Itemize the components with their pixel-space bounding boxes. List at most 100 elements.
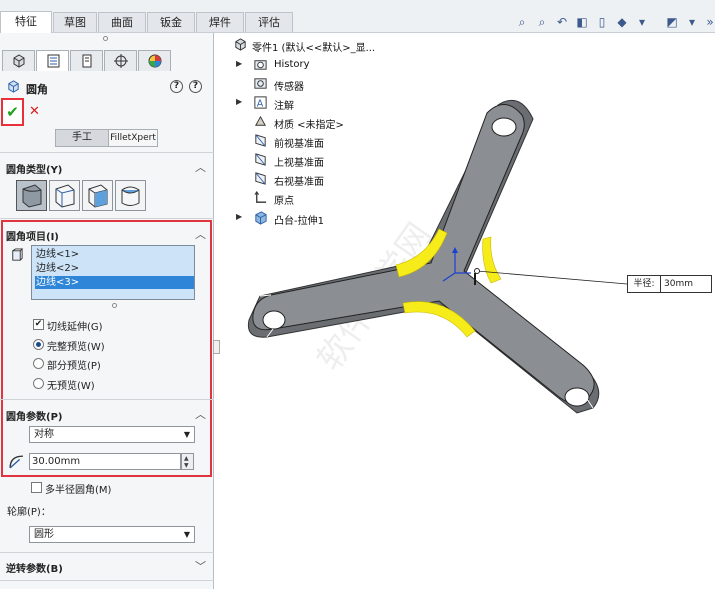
dropdown-arrow-icon[interactable]: ▾ — [684, 14, 700, 30]
callout-value[interactable]: 30mm — [660, 275, 712, 293]
collapse-chevron-icon[interactable]: ︿ — [195, 159, 206, 175]
tree-item-annotations[interactable]: ▶ A 注解 — [222, 94, 422, 112]
spin-up-icon[interactable]: ▲ — [184, 455, 189, 462]
tab-filletxpert[interactable]: FilletXpert — [108, 130, 157, 146]
help-icon[interactable]: ? — [170, 80, 183, 93]
fillet-method-select[interactable]: 对称 ▼ — [29, 426, 195, 443]
tangent-propagation-label: 切线延伸(G) — [47, 322, 103, 333]
feature-manager-tab-icon[interactable] — [2, 50, 35, 71]
full-preview-radio[interactable] — [33, 339, 44, 350]
full-round-fillet-button[interactable] — [115, 180, 146, 211]
partial-preview-radio[interactable] — [33, 358, 44, 369]
dynamic-annotation-icon[interactable]: ▯ — [594, 14, 610, 30]
panel-grip-icon[interactable] — [103, 36, 108, 41]
edge-selection-list[interactable]: 边线<1> 边线<2> 边线<3> — [31, 245, 195, 300]
tree-item-right-plane[interactable]: 右视基准面 — [222, 170, 422, 188]
partial-preview-label: 部分预览(P) — [47, 361, 101, 372]
radius-input[interactable]: 30.00mm — [29, 453, 181, 470]
radius-callout[interactable]: 半径: 30mm — [627, 275, 712, 293]
ok-button[interactable]: ✔ — [1, 98, 24, 126]
tab-manual[interactable]: 手工 — [56, 130, 108, 146]
tab-weldments[interactable]: 焊件 — [196, 12, 244, 32]
expand-arrow-icon[interactable]: ▶ — [236, 212, 242, 221]
tree-item-sensors[interactable]: 传感器 — [222, 75, 422, 93]
previous-view-icon[interactable]: ↶ — [554, 14, 570, 30]
view-orientation-icon[interactable]: ◆ — [614, 14, 630, 30]
whats-new-help-icon[interactable]: ? — [189, 80, 202, 93]
display-style-icon[interactable]: ▾ — [634, 14, 650, 30]
overflow-icon[interactable]: » — [702, 14, 715, 30]
tree-item-label: 注解 — [274, 101, 294, 112]
zoom-area-icon[interactable]: ⌕ — [534, 14, 550, 30]
divider — [0, 580, 214, 581]
section-fillet-type[interactable]: 圆角类型(Y) ︿ — [0, 158, 214, 176]
section-fillet-items[interactable]: 圆角项目(I) ︿ — [0, 225, 214, 243]
tree-item-boss-extrude[interactable]: ▶ 凸台-拉伸1 — [222, 209, 422, 227]
dimxpert-manager-tab-icon[interactable] — [104, 50, 137, 71]
tab-sketch[interactable]: 草图 — [53, 12, 97, 32]
divider — [0, 399, 214, 400]
multi-radius-checkbox[interactable] — [31, 482, 42, 493]
list-item[interactable]: 边线<2> — [35, 262, 194, 275]
leader-anchor — [474, 268, 480, 274]
tree-item-origin[interactable]: 原点 — [222, 189, 422, 207]
cancel-button[interactable]: ✕ — [29, 104, 40, 119]
feature-manager-tree: 零件1 (默认<<默认>_显... ▶ History 传感器 ▶ A 注解 材… — [222, 33, 422, 233]
edge-selection-icon — [12, 248, 24, 261]
tree-item-material[interactable]: 材质 <未指定> — [222, 113, 422, 131]
tab-features[interactable]: 特征 — [0, 11, 52, 33]
tree-item-front-plane[interactable]: 前视基准面 — [222, 132, 422, 150]
material-icon — [255, 115, 266, 126]
divider — [0, 552, 214, 553]
expand-arrow-icon[interactable]: ▶ — [236, 59, 242, 68]
zoom-to-fit-icon[interactable]: ⌕ — [514, 14, 530, 30]
constant-size-fillet-button[interactable] — [16, 180, 47, 211]
collapse-chevron-icon[interactable]: ︿ — [195, 226, 206, 242]
manager-tabs — [0, 47, 214, 71]
face-fillet-button[interactable] — [82, 180, 113, 211]
history-folder-icon — [254, 60, 267, 70]
no-preview-label: 无预览(W) — [47, 381, 95, 392]
radius-spinner[interactable]: ▲ ▼ — [181, 453, 194, 470]
plane-icon — [255, 153, 266, 166]
chevron-down-icon: ▼ — [183, 530, 190, 539]
section-setback-parameters[interactable]: 逆转参数(B) ﹀ — [0, 557, 214, 575]
section-view-icon[interactable]: ◧ — [574, 14, 590, 30]
radius-icon — [9, 455, 23, 469]
expand-arrow-icon[interactable]: ▶ — [236, 97, 242, 106]
part-icon — [235, 38, 246, 51]
expand-chevron-icon[interactable]: ﹀ — [195, 558, 206, 574]
no-preview-radio[interactable] — [33, 378, 44, 389]
configuration-manager-tab-icon[interactable] — [70, 50, 103, 71]
list-item[interactable]: 边线<1> — [35, 248, 194, 261]
property-manager-tab-icon[interactable] — [36, 50, 69, 71]
tab-surfaces[interactable]: 曲面 — [98, 12, 146, 32]
tree-item-top-plane[interactable]: 上视基准面 — [222, 151, 422, 169]
origin-icon — [254, 191, 267, 203]
display-manager-tab-icon[interactable] — [138, 50, 171, 71]
tab-evaluate[interactable]: 评估 — [245, 12, 293, 32]
tree-item-label: 零件1 (默认<<默认>_显... — [252, 43, 376, 54]
hide-show-items-icon[interactable]: ◩ — [664, 14, 680, 30]
tab-sheet-metal[interactable]: 钣金 — [147, 12, 195, 32]
list-resize-grip-icon[interactable] — [112, 303, 117, 308]
plane-icon — [255, 172, 266, 185]
tree-item-history[interactable]: ▶ History — [222, 56, 422, 74]
plane-icon — [255, 134, 266, 147]
tree-item-label: 传感器 — [274, 82, 304, 93]
divider — [0, 152, 214, 153]
tangent-propagation-checkbox[interactable]: ✔ — [33, 319, 44, 330]
fillet-feature-icon — [8, 80, 19, 93]
section-fillet-parameters[interactable]: 圆角参数(P) ︿ — [0, 405, 214, 423]
tree-item-label: 前视基准面 — [274, 139, 324, 150]
fillet-mode-switch: 手工 FilletXpert — [55, 129, 158, 147]
spin-down-icon[interactable]: ▼ — [184, 462, 189, 469]
list-item-selected[interactable]: 边线<3> — [35, 276, 194, 289]
collapse-chevron-icon[interactable]: ︿ — [195, 406, 206, 422]
tree-root-part[interactable]: 零件1 (默认<<默认>_显... — [222, 36, 422, 54]
profile-select[interactable]: 圆形 ▼ — [29, 526, 195, 543]
solidworks-window: 特征 草图 曲面 钣金 焊件 评估 ⌕ ⌕ ↶ ◧ ▯ ◆ ▾ ◩ ▾ » 圆角… — [0, 0, 715, 589]
variable-size-fillet-button[interactable] — [49, 180, 80, 211]
tree-item-label: History — [274, 59, 310, 70]
tree-item-label: 上视基准面 — [274, 158, 324, 169]
